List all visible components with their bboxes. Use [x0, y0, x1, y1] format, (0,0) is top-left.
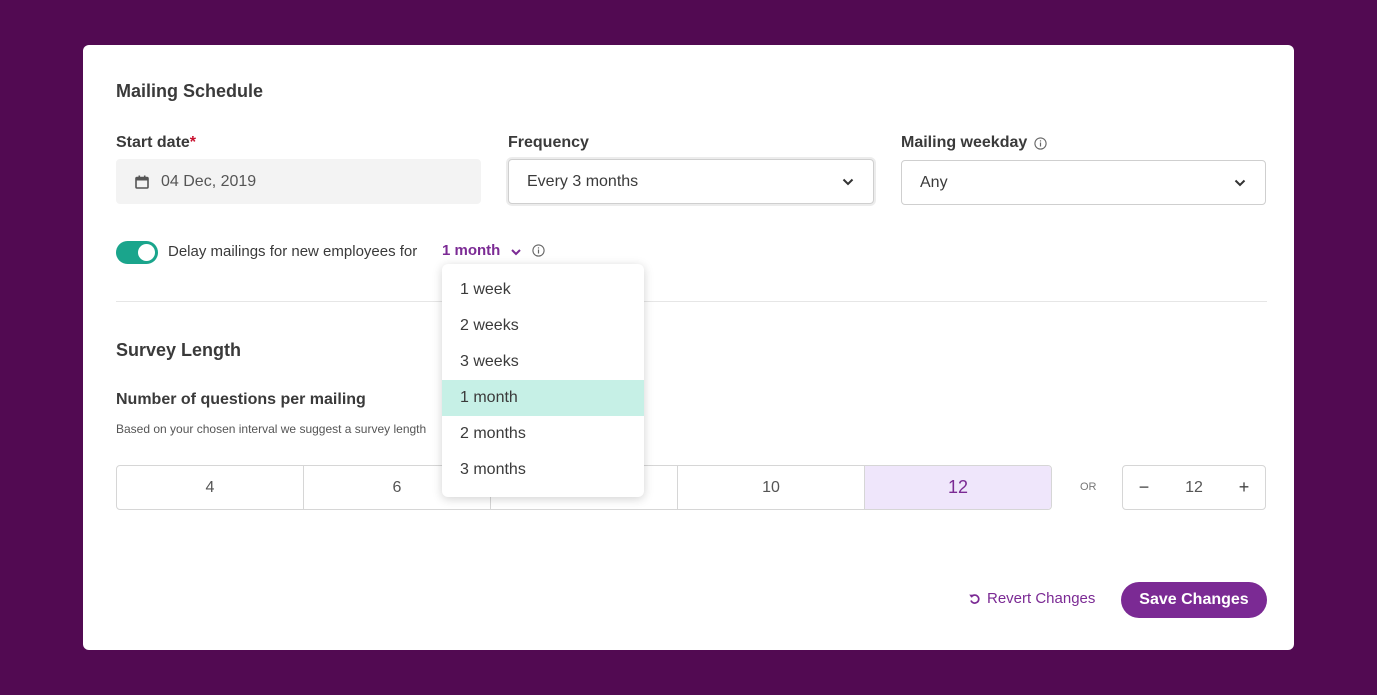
section-title-mailing-schedule: Mailing Schedule: [116, 81, 264, 101]
info-icon[interactable]: [532, 244, 545, 257]
save-changes-button[interactable]: Save Changes: [1121, 582, 1267, 618]
delay-period-dropdown: 1 week 2 weeks 3 weeks 1 month 2 months …: [442, 264, 644, 497]
chevron-down-icon: [1233, 176, 1247, 190]
start-date-field: 04 Dec, 2019: [116, 159, 481, 204]
revert-changes-label: Revert Changes: [987, 590, 1096, 607]
question-count-option[interactable]: 4: [117, 466, 304, 509]
weekday-select[interactable]: Any: [901, 160, 1266, 205]
revert-changes-button[interactable]: Revert Changes: [968, 590, 1095, 607]
delay-label: Delay mailings for new employees for: [168, 243, 418, 260]
dropdown-option[interactable]: 3 weeks: [442, 344, 644, 380]
chevron-down-icon: [510, 245, 522, 257]
settings-card: Mailing Schedule Start date* 04 Dec, 201…: [83, 45, 1294, 650]
section-title-survey-length: Survey Length: [116, 340, 242, 360]
dropdown-option[interactable]: 1 week: [442, 272, 644, 308]
survey-length-hint: Based on your chosen interval we suggest…: [116, 422, 427, 436]
weekday-label: Mailing weekday: [901, 134, 1047, 152]
question-count-option[interactable]: 10: [678, 466, 865, 509]
start-date-label: Start date*: [116, 134, 196, 152]
delay-period-value: 1 month: [442, 242, 501, 259]
dropdown-option[interactable]: 2 weeks: [442, 308, 644, 344]
undo-icon: [968, 592, 981, 605]
delay-toggle[interactable]: [116, 241, 158, 264]
delay-period-select[interactable]: 1 month: [442, 242, 545, 259]
section-divider: [116, 301, 1267, 302]
frequency-value: Every 3 months: [527, 172, 639, 190]
toggle-knob: [138, 244, 155, 261]
info-icon[interactable]: [1034, 136, 1047, 150]
dropdown-option[interactable]: 3 months: [442, 452, 644, 488]
question-count-stepper: − 12 +: [1122, 465, 1266, 510]
dropdown-option-selected[interactable]: 1 month: [442, 380, 644, 416]
increment-button[interactable]: +: [1237, 477, 1251, 498]
frequency-label: Frequency: [508, 134, 589, 151]
questions-label: Number of questions per mailing: [116, 391, 366, 408]
frequency-select[interactable]: Every 3 months: [508, 159, 874, 204]
dropdown-option[interactable]: 2 months: [442, 416, 644, 452]
stepper-value[interactable]: 12: [1185, 479, 1203, 497]
chevron-down-icon: [841, 175, 855, 189]
decrement-button[interactable]: −: [1137, 477, 1151, 498]
weekday-value: Any: [920, 173, 948, 191]
calendar-icon: [135, 175, 149, 189]
start-date-value: 04 Dec, 2019: [161, 172, 257, 190]
or-separator: OR: [1080, 481, 1097, 493]
start-date-label-text: Start date: [116, 134, 190, 151]
question-count-option-selected[interactable]: 12: [865, 466, 1051, 509]
required-mark: *: [189, 134, 197, 151]
weekday-label-text: Mailing weekday: [901, 134, 1028, 151]
